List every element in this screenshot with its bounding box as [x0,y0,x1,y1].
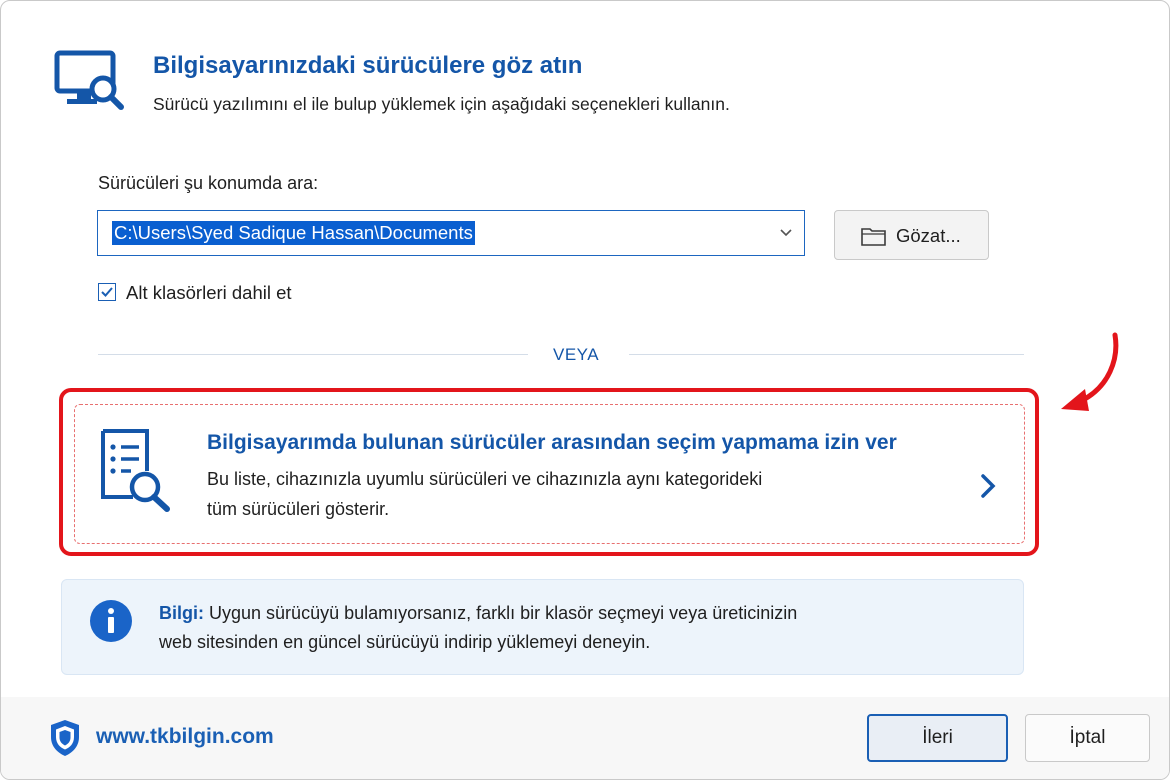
info-text-line2: web sitesinden en güncel sürücüyü indiri… [159,632,651,652]
path-combobox[interactable]: C:\Users\Syed Sadique Hassan\Documents [97,210,805,256]
browse-button[interactable]: Gözat... [834,210,989,260]
or-separator-text: VEYA [553,345,600,364]
chevron-down-icon[interactable] [778,225,794,241]
page-subtitle: Sürücü yazılımını el ile bulup yüklemek … [153,94,730,114]
shield-icon [51,720,79,756]
include-subfolders-checkbox[interactable] [98,283,116,301]
cancel-button[interactable]: İptal [1025,714,1150,762]
folder-icon [861,228,886,246]
browse-button-label: Gözat... [896,225,961,246]
option-title[interactable]: Bilgisayarımda bulunan sürücüler arasınd… [207,431,897,455]
next-button[interactable]: İleri [867,714,1008,762]
option-description: Bu liste, cihazınızla uyumlu sürücüleri … [207,469,763,489]
search-location-label: Sürücüleri şu konumda ara: [98,173,319,193]
divider [629,354,1024,355]
website-link[interactable]: www.tkbilgin.com [96,725,274,749]
info-label: Bilgi: [159,603,204,623]
info-panel [61,579,1024,675]
computer-search-icon [54,50,124,110]
checkmark-icon [101,287,113,297]
info-text-line1: Uygun sürücüyü bulamıyorsanız, farklı bi… [209,603,798,623]
path-input-value[interactable]: C:\Users\Syed Sadique Hassan\Documents [112,221,475,245]
chevron-right-icon[interactable] [976,472,1000,500]
driver-browse-dialog: Bilgisayarınızdaki sürücülere göz atın S… [0,0,1170,780]
include-subfolders-label[interactable]: Alt klasörleri dahil et [126,282,292,304]
red-arrow-annotation [1061,332,1119,411]
divider [98,354,528,355]
info-icon [90,600,132,642]
info-text: Bilgi: Uygun sürücüyü bulamıyorsanız, fa… [159,603,797,624]
document-search-icon [101,429,170,512]
page-title: Bilgisayarınızdaki sürücülere göz atın [153,52,583,79]
option-description: tüm sürücüleri gösterir. [207,499,390,519]
